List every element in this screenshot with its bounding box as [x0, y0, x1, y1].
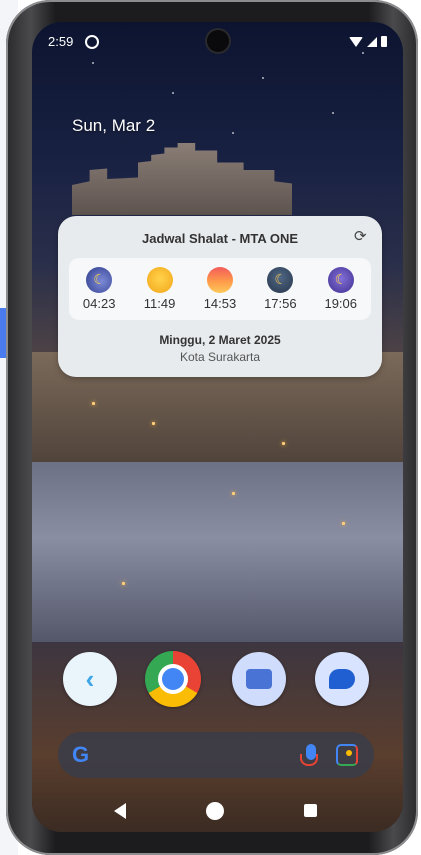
wallpaper-rooftops: [32, 462, 403, 652]
recents-button[interactable]: [304, 804, 317, 817]
emulator-frame: 2:59 Sun, Mar 2 Jadwal Shalat - MTA ONE …: [6, 0, 418, 855]
wifi-icon: [349, 36, 363, 47]
status-icons: [349, 36, 387, 47]
window-light: [122, 582, 125, 585]
star: [332, 112, 334, 114]
front-camera: [206, 30, 229, 52]
prayer-time: 04:23: [82, 296, 116, 311]
window-light: [282, 442, 285, 445]
flutter-app-icon[interactable]: ‹: [63, 652, 117, 706]
star: [92, 62, 94, 64]
files-app-icon[interactable]: [232, 652, 286, 706]
widget-title: Jadwal Shalat - MTA ONE: [141, 231, 299, 246]
prayer-slot-isha: ☾ 19:06: [313, 267, 368, 311]
back-button[interactable]: [114, 803, 126, 819]
battery-icon: [381, 36, 387, 47]
moon-night-icon: ☾: [86, 267, 113, 293]
prayer-time: 14:53: [203, 296, 237, 311]
messages-app-icon[interactable]: [315, 652, 369, 706]
moon-dusk-icon: ☾: [267, 267, 294, 293]
prayer-time: 11:49: [143, 296, 176, 311]
refresh-icon[interactable]: ⟳: [354, 229, 368, 244]
prayer-slot-asr: 14:53: [192, 267, 247, 311]
home-button[interactable]: [206, 802, 224, 820]
prayer-times-row: ☾ 04:23 11:49 14:53 ☾ 17:56 ☾ 19:06: [69, 258, 371, 320]
prayer-slot-maghrib: ☾ 17:56: [253, 267, 308, 311]
prayer-slot-fajr: ☾ 04:23: [72, 267, 127, 311]
window-light: [342, 522, 345, 525]
app-dock: ‹: [32, 651, 403, 712]
phone-screen: 2:59 Sun, Mar 2 Jadwal Shalat - MTA ONE …: [32, 22, 403, 832]
star: [262, 77, 264, 79]
mic-stand: [300, 754, 318, 766]
prayer-slot-dhuhr: 11:49: [132, 267, 187, 311]
signal-icon: [367, 36, 377, 47]
home-date[interactable]: Sun, Mar 2: [72, 116, 155, 136]
star: [232, 132, 234, 134]
google-search-bar[interactable]: G: [58, 732, 374, 778]
wallpaper-castle: [72, 143, 292, 215]
sync-icon: [85, 35, 99, 49]
star: [172, 92, 174, 94]
google-logo-icon: G: [72, 742, 90, 767]
crescent-night-icon: ☾: [327, 267, 354, 293]
window-light: [232, 492, 235, 495]
prayer-time: 17:56: [264, 296, 297, 311]
window-light: [92, 402, 95, 405]
prayer-time: 19:06: [324, 296, 358, 311]
star: [362, 52, 364, 54]
lens-dot: [346, 750, 352, 756]
window-light: [152, 422, 155, 425]
widget-day: Minggu, 2 Maret 2025: [159, 333, 281, 347]
chrome-app-icon[interactable]: [145, 651, 201, 707]
status-time: 2:59: [48, 34, 74, 49]
sun-icon: [146, 267, 173, 293]
widget-city: Kota Surakarta: [179, 350, 261, 364]
sunset-icon: [206, 267, 233, 293]
prayer-times-widget[interactable]: Jadwal Shalat - MTA ONE ⟳ ☾ 04:23 11:49 …: [58, 216, 382, 377]
navigation-bar: [32, 798, 403, 824]
